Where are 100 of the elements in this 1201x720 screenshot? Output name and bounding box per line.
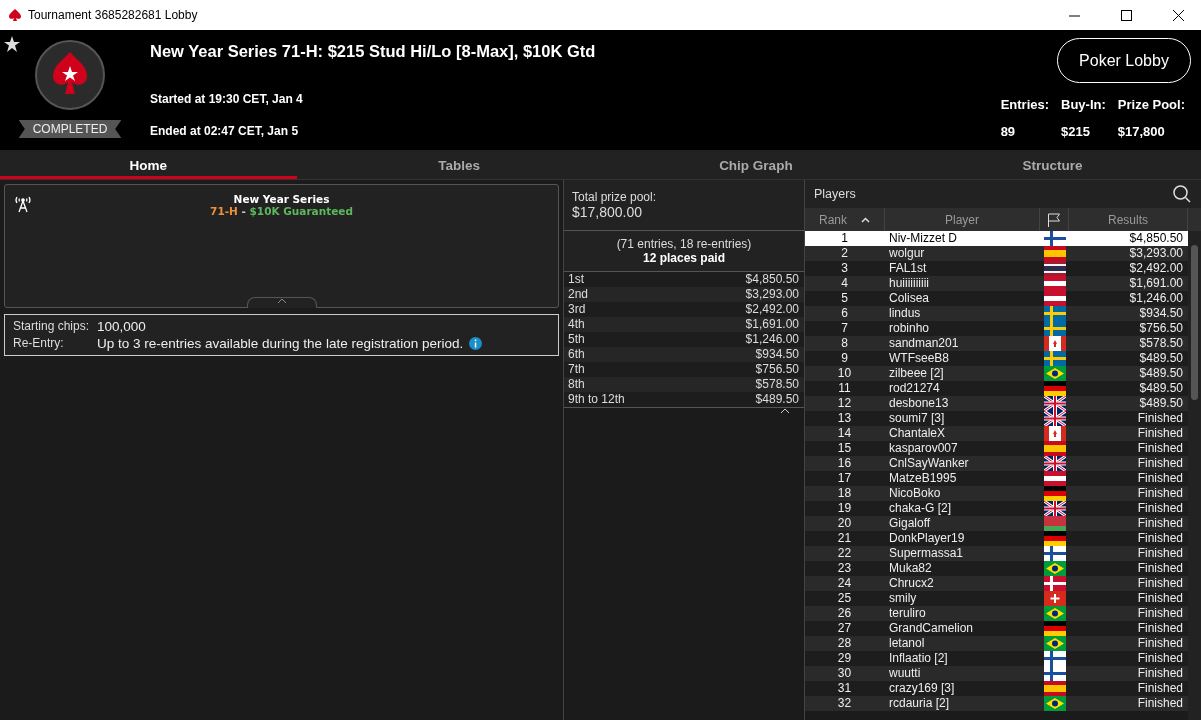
stat-value: $215 [1061, 124, 1091, 139]
flag-icon [1043, 681, 1066, 696]
player-name-cell-text: ChantaleX [888, 426, 947, 441]
result-cell-text: $489.50 [1138, 381, 1184, 396]
player-row[interactable]: 1 Niv-Mizzet D $4,850.50 [805, 231, 1188, 246]
flag-icon [1043, 261, 1066, 276]
player-name-cell-text: Supermassa1 [888, 546, 965, 561]
player-name-cell-text: lindus [888, 306, 922, 321]
player-name-cell-text: Niv-Mizzet D [888, 231, 958, 246]
scrollbar[interactable] [1188, 231, 1201, 720]
payout-amount: $489.50 [755, 392, 799, 407]
player-row[interactable]: 30 wuutti Finished [805, 666, 1188, 681]
player-row[interactable]: 26 teruliro Finished [805, 606, 1188, 621]
maximize-icon [1120, 9, 1132, 21]
player-row[interactable]: 28 letanol Finished [805, 636, 1188, 651]
player-name-cell-text: letanol [888, 636, 926, 651]
result-cell-text: $2,492.00 [1128, 261, 1184, 276]
player-name-cell-text: zilbeee [2] [888, 366, 945, 381]
payout-place: 9th to 12th [568, 392, 625, 407]
rank-cell-text: 24 [836, 576, 853, 591]
search-icon[interactable] [1173, 185, 1191, 203]
rank-cell-text: 10 [836, 366, 853, 381]
player-row[interactable]: 22 Supermassa1 Finished [805, 546, 1188, 561]
player-name-cell-text: MatzeB1995 [888, 471, 958, 486]
result-cell-text: Finished [1136, 546, 1184, 561]
info-icon[interactable] [469, 337, 483, 350]
result-cell-text: Finished [1136, 651, 1184, 666]
flag-icon [1043, 621, 1066, 636]
flag-icon [1043, 351, 1066, 366]
broadcast-tower-icon [14, 195, 32, 213]
player-row[interactable]: 2 wolgur $3,293.00 [805, 246, 1188, 261]
result-cell-text: $489.50 [1138, 396, 1184, 411]
rank-cell-text: 23 [836, 561, 853, 576]
result-cell-text: Finished [1136, 681, 1184, 696]
rank-cell-text: 7 [840, 321, 849, 336]
player-name-cell-text: wolgur [888, 246, 926, 261]
rank-cell-text: 6 [840, 306, 849, 321]
flag-outline-icon[interactable] [1047, 212, 1061, 227]
player-name-cell-text: Muka82 [888, 561, 933, 576]
rank-cell-text: 2 [840, 246, 849, 261]
rank-cell-text: 31 [836, 681, 853, 696]
flag-icon [1043, 336, 1066, 351]
player-name-cell-text: wuutti [888, 666, 922, 681]
payout-amount: $1,691.00 [745, 317, 799, 332]
payout-place: 2nd [568, 287, 589, 302]
player-row[interactable]: 24 Chrucx2 Finished [805, 576, 1188, 591]
result-cell-text: Finished [1136, 471, 1184, 486]
player-row[interactable]: 12 desbone13 $489.50 [805, 396, 1188, 411]
flag-icon [1043, 516, 1066, 531]
tab[interactable]: Structure [904, 150, 1201, 179]
window-title: Tournament 3685282681 Lobby [28, 8, 199, 22]
rank-cell-text: 26 [836, 606, 853, 621]
flag-icon [1043, 666, 1066, 681]
prize-pool-label: Total prize pool: [572, 190, 658, 204]
player-row[interactable]: 18 NicoBoko Finished [805, 486, 1188, 501]
payout-amount: $3,293.00 [745, 287, 799, 302]
collapse-caret-icon[interactable] [276, 298, 287, 304]
player-row[interactable]: 6 lindus $934.50 [805, 306, 1188, 321]
rank-cell-text: 16 [836, 456, 853, 471]
player-row[interactable]: 14 ChantaleX Finished [805, 426, 1188, 441]
flag-icon [1043, 291, 1066, 306]
player-row[interactable]: 10 zilbeee [2] $489.50 [805, 366, 1188, 381]
rank-cell-text: 15 [836, 441, 853, 456]
result-cell-text: Finished [1136, 501, 1184, 516]
flag-icon [1043, 441, 1066, 456]
rank-cell-text: 21 [836, 531, 853, 546]
rank-cell-text: 12 [836, 396, 853, 411]
stat-value: $17,800 [1117, 124, 1166, 139]
player-name-cell-text: soumi7 [3] [888, 411, 946, 426]
result-cell-text: Finished [1136, 411, 1184, 426]
result-cell-text: Finished [1136, 531, 1184, 546]
result-cell-text: Finished [1136, 561, 1184, 576]
flag-icon [1043, 246, 1066, 261]
collapse-caret-icon[interactable] [780, 408, 790, 415]
flag-icon [1043, 591, 1066, 606]
player-row[interactable]: 8 sandman201 $578.50 [805, 336, 1188, 351]
rank-cell-text: 28 [836, 636, 853, 651]
result-cell-text: $1,246.00 [1128, 291, 1184, 306]
result-cell-text: Finished [1136, 591, 1184, 606]
flag-icon [1043, 321, 1066, 336]
result-cell-text: Finished [1136, 606, 1184, 621]
tab[interactable]: Tables [310, 150, 608, 179]
payout-place: 3rd [568, 302, 586, 317]
tab[interactable]: Home [0, 150, 297, 179]
poker-lobby-button[interactable]: Poker Lobby [1057, 38, 1191, 83]
result-cell-text: $578.50 [1138, 336, 1184, 351]
player-row[interactable]: 4 huiiiiiiiiii $1,691.00 [805, 276, 1188, 291]
player-name-cell-text: robinho [888, 321, 931, 336]
player-name-cell-text: sandman201 [888, 336, 960, 351]
player-row[interactable]: 16 CnlSayWanker Finished [805, 456, 1188, 471]
spade-logo [35, 40, 105, 110]
star-icon[interactable] [4, 36, 20, 52]
tab[interactable]: Chip Graph [607, 150, 905, 179]
rank-cell-text: 14 [836, 426, 853, 441]
payout-amount: $2,492.00 [745, 302, 799, 317]
tournament-title: New Year Series 71-H: $215 Stud Hi/Lo [8-Max], $10K Gtd [150, 42, 597, 61]
rank-cell-text: 5 [840, 291, 849, 306]
player-row[interactable]: 20 Gigaloff Finished [805, 516, 1188, 531]
player-row[interactable]: 32 rcdauria [2] Finished [805, 696, 1188, 711]
stat-label: Buy-In: [1061, 97, 1106, 112]
